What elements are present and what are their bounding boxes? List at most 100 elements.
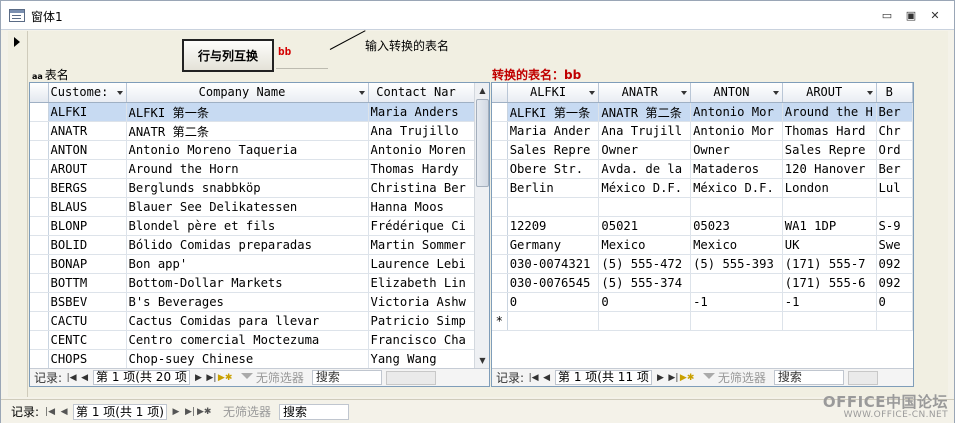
new-record-icon[interactable]: ▶✱ [218,373,232,383]
next-record-icon[interactable]: ▶ [169,407,183,417]
horizontal-scrollbar[interactable] [847,370,878,385]
last-record-icon[interactable]: ▶| [205,373,218,383]
cell[interactable]: Mexico [690,235,783,255]
cell[interactable]: AROUT [48,159,127,179]
column-header-anton[interactable]: ANTON [690,83,783,103]
column-header-company-name[interactable]: Company Name [126,83,369,103]
cell[interactable]: 05021 [598,216,692,236]
cell[interactable]: 030-0074321 [507,254,600,274]
row-selector[interactable] [492,102,508,122]
row-selector[interactable] [30,216,49,236]
last-record-icon[interactable]: ▶| [667,373,680,383]
cell[interactable]: CENTC [48,330,127,350]
cell[interactable]: Maria Ander [507,121,600,141]
cell[interactable]: Mexico [598,235,692,255]
cell[interactable]: Yang Wang [368,349,475,369]
cell[interactable]: 0 [598,292,692,312]
new-record-icon[interactable]: ▶✱ [197,407,211,417]
row-selector[interactable] [30,349,49,369]
cell[interactable]: (5) 555-472 [598,254,692,274]
row-selector[interactable] [30,292,49,312]
cell[interactable]: ANATR 第二条 [126,121,369,141]
cell[interactable]: (171) 555-7 [782,254,877,274]
cell[interactable]: Blondel père et fils [126,216,369,236]
cell[interactable]: Cactus Comidas para llevar [126,311,369,331]
record-position-field[interactable]: 第 1 项(共 11 项 [555,370,652,385]
chevron-down-icon[interactable] [772,91,779,95]
cell[interactable]: Around the Horn [126,159,369,179]
cell[interactable] [507,197,600,217]
first-record-icon[interactable]: |◀ [527,373,540,383]
table-row[interactable]: ALFKI 第一条 ANATR 第二条 Antonio Mor Around the … [492,102,913,122]
minimize-icon[interactable]: ▭ [879,9,895,23]
record-position-field[interactable]: 第 1 项(共 1 项) [73,403,167,420]
cell[interactable]: Antonio Moren [368,140,475,160]
row-selector[interactable] [30,254,49,274]
select-all-corner[interactable] [492,83,508,103]
table-row[interactable]: BSBEV B's Beverages Victoria Ashw [30,292,475,312]
search-input[interactable]: 搜索 [311,370,382,385]
row-selector[interactable] [30,197,49,217]
table-row[interactable]: BONAP Bon app' Laurence Lebi [30,254,475,274]
table-row[interactable]: Berlin México D.F. México D.F. London Lul [492,178,913,198]
cell[interactable]: ALFKI 第一条 [126,102,369,122]
cell[interactable]: México D.F. [690,178,783,198]
row-selector[interactable] [492,216,508,236]
column-header-arout[interactable]: AROUT [782,83,877,103]
prev-record-icon[interactable]: ◀ [78,373,91,383]
cell[interactable] [690,311,783,331]
table-row[interactable]: 0 0 -1 -1 0 [492,292,913,312]
last-record-icon[interactable]: ▶| [183,407,197,417]
cell[interactable] [876,197,913,217]
table-row[interactable]: ANATR ANATR 第二条 Ana Trujillo [30,121,475,141]
table-row[interactable]: Obere Str. Avda. de la Mataderos 120 Hanove… [492,159,913,179]
cell[interactable]: WA1 1DP [782,216,877,236]
table-row[interactable]: Sales Repre Owner Owner Sales Repre Ord [492,140,913,160]
restore-icon[interactable]: ▣ [903,9,919,23]
cell[interactable]: (5) 555-393 [690,254,783,274]
table-row[interactable]: 030-0076545 (5) 555-374 (171) 555-6 092 [492,273,913,293]
next-record-icon[interactable]: ▶ [654,373,667,383]
cell[interactable]: 0 [876,292,913,312]
row-selector[interactable] [30,330,49,350]
table-row[interactable]: ANTON Antonio Moreno Taqueria Antonio More… [30,140,475,160]
no-filter-button[interactable]: 无筛选器 [702,369,766,386]
cell[interactable]: BERGS [48,178,127,198]
cell[interactable]: Swe [876,235,913,255]
cell[interactable]: México D.F. [598,178,692,198]
cell[interactable]: ALFKI [48,102,127,122]
cell[interactable]: BLAUS [48,197,127,217]
cell[interactable]: -1 [690,292,783,312]
cell[interactable]: Owner [690,140,783,160]
row-selector[interactable] [492,254,508,274]
search-input[interactable]: 搜索 [773,370,844,385]
row-selector[interactable] [30,273,49,293]
table-row[interactable]: BOLID Bólido Comidas preparadas Martin Som… [30,235,475,255]
cell[interactable]: Patricio Simp [368,311,475,331]
cell[interactable]: 0 [507,292,600,312]
table-row[interactable]: BLAUS Blauer See Delikatessen Hanna Moos [30,197,475,217]
cell[interactable]: Chop-suey Chinese [126,349,369,369]
prev-record-icon[interactable]: ◀ [540,373,553,383]
cell[interactable]: Antonio Mor [690,121,783,141]
cell[interactable]: Lul [876,178,913,198]
table-row[interactable]: ALFKI ALFKI 第一条 Maria Anders [30,102,475,122]
cell[interactable]: Thomas Hard [782,121,877,141]
column-header-anatr[interactable]: ANATR [598,83,692,103]
cell[interactable] [690,197,783,217]
cell[interactable]: 030-0076545 [507,273,600,293]
table-row[interactable]: CACTU Cactus Comidas para llevar Patricio … [30,311,475,331]
cell[interactable] [507,311,600,331]
table-row[interactable]: Maria Ander Ana Trujill Antonio Mor Thomas … [492,121,913,141]
no-filter-button[interactable]: 无筛选器 [223,403,271,420]
cell[interactable]: BSBEV [48,292,127,312]
cell[interactable]: Blauer See Delikatessen [126,197,369,217]
chevron-down-icon[interactable] [589,91,596,95]
table-row[interactable]: 12209 05021 05023 WA1 1DP S-9 [492,216,913,236]
new-record-icon[interactable]: ▶✱ [680,373,694,383]
cell[interactable]: Ana Trujill [598,121,692,141]
cell[interactable]: Thomas Hardy [368,159,475,179]
cell[interactable]: (171) 555-6 [782,273,877,293]
cell[interactable] [782,197,877,217]
cell[interactable]: Chr [876,121,913,141]
